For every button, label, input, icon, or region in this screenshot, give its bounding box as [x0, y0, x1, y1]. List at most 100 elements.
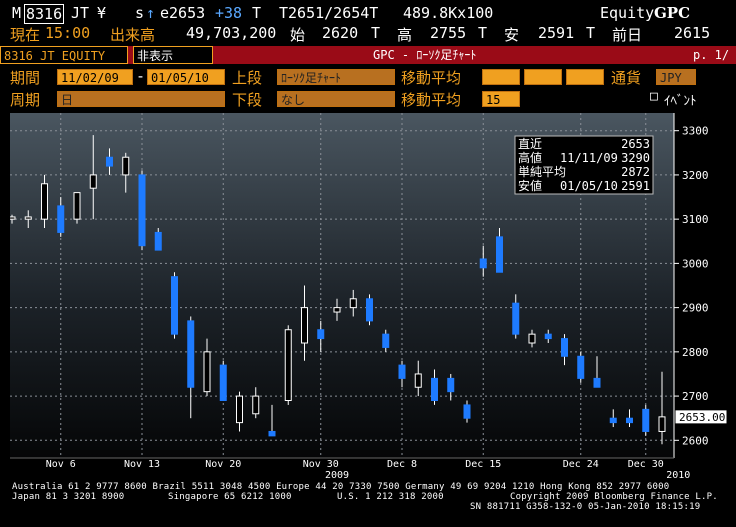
candle-body-down	[609, 417, 617, 424]
moving-average-label: 移動平均	[401, 69, 462, 87]
candle-body-up	[122, 156, 130, 176]
candle-body-up	[203, 351, 211, 393]
candle-body-up	[252, 395, 260, 415]
upper-panel-select[interactable]: ﾛｰｿｸ足ﾁｬｰﾄ	[277, 69, 395, 85]
candle-body-down	[187, 320, 195, 388]
candle-body-down	[431, 377, 438, 401]
volume-value: 49,703,200	[186, 24, 277, 42]
candle-body-down	[544, 333, 552, 340]
legend-high-value: 3290	[621, 151, 650, 165]
exchange-code: JT	[71, 4, 90, 22]
candle-body-up	[10, 216, 16, 220]
date-separator: -	[136, 67, 146, 85]
candle-body-up	[349, 298, 357, 309]
event-label: ｲﾍﾞﾝﾄ	[664, 94, 697, 109]
candle-body-up	[528, 333, 536, 344]
candle-body-down	[561, 338, 568, 357]
candle-body-down	[106, 156, 113, 167]
date-to-input[interactable]: 01/05/10	[147, 69, 225, 85]
year-label: 2009	[325, 470, 349, 481]
ma-input-1[interactable]	[482, 69, 520, 85]
legend-low-value: 2591	[621, 179, 650, 193]
market-prefix: M	[12, 4, 22, 22]
x-tick-label: Nov 6	[46, 459, 76, 470]
candlestick-chart[interactable]: 2600 2700 2800 2900 3000 3100 3200 3300 2653.00 …	[10, 113, 728, 489]
price-change: +38	[215, 4, 243, 22]
footer-sn: SN 881711 G358-132-0 05-Jan-2010 18:15:1…	[470, 502, 701, 512]
footer-japan: Japan 81 3 3201 8900	[12, 492, 125, 502]
x-tick-label: Dec 8	[387, 459, 417, 470]
y-tick-label: 3300	[682, 125, 709, 138]
security-field[interactable]: 8316 JT EQUITY	[0, 46, 128, 64]
candle-body-up	[73, 192, 81, 220]
quote-stats: 現在 15:00 出来高 49,703,200 始 2620 T 高 2755 …	[0, 24, 736, 44]
high-label: 高	[397, 26, 413, 44]
high-value: 2755	[430, 24, 467, 42]
now-label: 現在	[10, 26, 41, 44]
bid-ask: T2651/2654T	[279, 4, 379, 22]
candle-body-down	[268, 430, 276, 437]
event-checkbox[interactable]: □	[650, 89, 658, 104]
function-name: GPC	[654, 4, 691, 22]
date-from-input[interactable]: 11/02/09	[57, 69, 133, 85]
legend-high-date: 11/11/09	[560, 151, 618, 165]
ticker-code-input[interactable]: 8316	[24, 4, 65, 24]
legend-recent-value: 2653	[621, 137, 650, 151]
hide-button[interactable]: 非表示	[133, 46, 213, 64]
year-label: 2010	[666, 470, 690, 481]
candle-body-up	[236, 395, 243, 424]
status-s: s	[135, 4, 145, 22]
volume-label: 出来高	[110, 26, 156, 44]
ma-period-input[interactable]: 15	[482, 91, 520, 107]
y-tick-label: 3000	[682, 257, 709, 270]
period-label: 期間	[10, 69, 41, 87]
market-sector: Equity	[600, 4, 655, 22]
x-tick-label: Dec 30	[628, 459, 664, 470]
x-tick-label: Nov 13	[124, 459, 160, 470]
chart-title: GPC - ﾛｰｿｸ足ﾁｬｰﾄ	[373, 48, 477, 62]
quote-time: 15:00	[45, 24, 91, 42]
candle-body-down	[171, 276, 178, 335]
last-price-source: T	[252, 4, 262, 22]
lower-panel-label: 下段	[232, 91, 263, 109]
low-source: T	[586, 24, 596, 42]
candle-body-up	[89, 174, 97, 189]
legend-high-label: 高値	[518, 150, 542, 165]
candle-body-down	[317, 329, 325, 340]
candle-body-down	[138, 174, 146, 247]
candle-body-down	[642, 408, 650, 432]
candle-body-down	[382, 333, 390, 348]
candle-body-down	[447, 377, 455, 393]
high-source: T	[478, 24, 488, 42]
candle-body-down	[626, 417, 633, 424]
footer-copyright: Copyright 2009 Bloomberg Finance L.P.	[510, 492, 718, 502]
open-source: T	[371, 24, 381, 42]
candle-body-up	[333, 307, 341, 313]
candle-body-up	[414, 373, 422, 388]
currency-label: 通貨	[611, 69, 642, 87]
candle-body-down	[512, 302, 520, 335]
ma-input-3[interactable]	[566, 69, 604, 85]
ma-input-2[interactable]	[524, 69, 562, 85]
up-arrow-icon: ↑	[146, 4, 156, 22]
open-label: 始	[290, 26, 306, 44]
lower-panel-select[interactable]: なし	[277, 91, 395, 107]
function-title-bar: 8316 JT EQUITY 非表示 GPC - ﾛｰｿｸ足ﾁｬｰﾄ p. 1/	[0, 46, 736, 64]
candle-body-down	[463, 404, 471, 419]
currency-select[interactable]: JPY	[656, 69, 696, 85]
chart-canvas[interactable]: 260027002800290030003100320033002653.00 …	[10, 113, 728, 489]
legend-low-label: 安値	[518, 178, 542, 193]
candle-body-down	[479, 258, 487, 269]
footer-us: U.S. 1 212 318 2000	[337, 492, 444, 502]
open-value: 2620	[322, 24, 359, 42]
y-tick-label: 2800	[682, 346, 709, 359]
x-axis: Nov 6 Nov 13 Nov 20 Nov 30 Dec 8 Dec 15 Dec 24…	[10, 457, 690, 481]
legend-sma-value: 2872	[621, 165, 650, 179]
low-value: 2591	[538, 24, 575, 42]
y-tick-label: 2900	[682, 302, 709, 315]
quote-header: M 8316 JT ¥ s ↑ e2653 +38 T T2651/2654T …	[0, 4, 736, 24]
cycle-select[interactable]: 日	[57, 91, 225, 107]
candle-body-down	[577, 355, 585, 379]
candle-body-down	[154, 231, 162, 251]
y-tick-label: 3100	[682, 213, 709, 226]
